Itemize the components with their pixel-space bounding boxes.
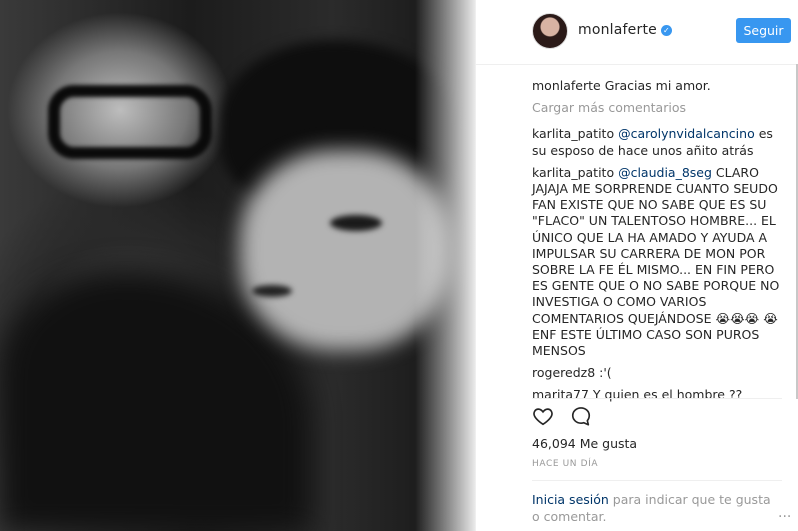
comment-item: marita77 Y quien es el hombre ??	[532, 387, 782, 403]
comment-user[interactable]: karlita_patito	[532, 126, 614, 141]
login-prompt: Inicia sesión para indicar que te gusta …	[532, 491, 777, 525]
username-link[interactable]: monlaferte ✓	[578, 22, 672, 38]
photo-glasses	[48, 85, 212, 159]
comment-user[interactable]: karlita_patito	[532, 165, 614, 180]
comment-item: karlita_patito @carolynvidalcancino es s…	[532, 126, 782, 158]
more-options-icon[interactable]: ...	[778, 505, 791, 521]
caption-user[interactable]: monlaferte	[532, 78, 601, 93]
comment-text: CLARO JAJAJA ME SORPRENDE CUANTO SEUDO F…	[532, 164, 780, 359]
heart-icon[interactable]	[532, 405, 554, 427]
comment-icon[interactable]	[570, 405, 592, 427]
caption: monlaferte Gracias mi amor.	[532, 78, 782, 94]
photo-eye	[330, 215, 382, 231]
photo-eye	[252, 285, 292, 297]
comment-user[interactable]: marita77	[532, 387, 589, 402]
divider	[532, 480, 782, 481]
photo-edge	[415, 0, 475, 531]
post-header: monlaferte ✓ Seguir	[476, 0, 798, 65]
comment-item: karlita_patito @claudia_8seg CLARO JAJAJ…	[532, 165, 782, 359]
divider	[532, 398, 782, 399]
avatar[interactable]	[532, 13, 568, 49]
caption-text: Gracias mi amor.	[604, 78, 711, 93]
post-side-panel: monlaferte ✓ Seguir monlaferte Gracias mi…	[475, 0, 798, 531]
username-text[interactable]: monlaferte	[578, 22, 657, 38]
post-timestamp[interactable]: HACE UN DÍA	[532, 459, 598, 469]
load-more-comments[interactable]: Cargar más comentarios	[532, 100, 782, 116]
comment-item: rogeredz8 :'(	[532, 365, 782, 381]
login-link[interactable]: Inicia sesión	[532, 492, 609, 507]
comment-mention[interactable]: @carolynvidalcancino	[618, 126, 755, 141]
post-photo[interactable]	[0, 0, 475, 531]
comment-text: Y quien es el hombre ??	[588, 387, 743, 403]
comment-mention[interactable]: @claudia_8seg	[618, 165, 712, 180]
comment-user[interactable]: rogeredz8	[532, 365, 595, 380]
likes-count[interactable]: 46,094 Me gusta	[532, 436, 637, 451]
verified-badge-icon: ✓	[660, 25, 672, 36]
comments-list: monlaferte Gracias mi amor. Cargar más c…	[532, 78, 782, 410]
follow-button[interactable]: Seguir	[736, 18, 791, 43]
comment-text: :'(	[595, 365, 612, 381]
